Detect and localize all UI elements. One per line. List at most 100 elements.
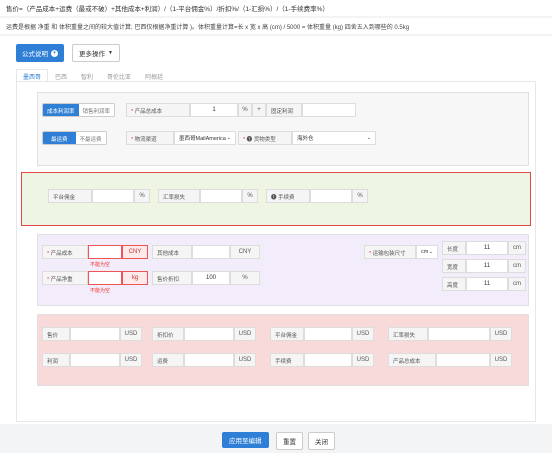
info-icon: ❶ [246, 137, 253, 143]
section-fees: 平台佣金 % 汇率损失 % ❶ 手续费 % [21, 172, 531, 226]
result-profit-label: 利润 [42, 353, 70, 367]
other-cost-input[interactable] [192, 245, 230, 259]
cargo-type-label: * ❶ 货物类型 [238, 131, 292, 145]
cost-error-text: 不能为空 [90, 262, 111, 268]
cargo-type-value: 海外仓 [297, 136, 314, 142]
caret-down-icon: ▼ [108, 50, 113, 56]
usd-unit: USD [120, 327, 142, 341]
product-cost-input[interactable]: 1 [190, 103, 238, 117]
close-button[interactable]: 关闭 [308, 432, 335, 450]
net-weight-label: * 产品净重 [42, 271, 88, 285]
tab-argentina[interactable]: 阿根廷 [138, 69, 170, 81]
length-input[interactable]: 11 [466, 241, 508, 255]
handling-fee-label: ❶ 手续费 [266, 189, 310, 203]
usd-unit: USD [352, 353, 374, 367]
net-weight-input[interactable] [88, 271, 122, 285]
tab-content: 成本利润率 销售利润率 * 产品总成本 1 % + 固定利润 最运费 不最运费 … [16, 82, 536, 422]
channel-value: 墨西哥MailAmerica [179, 136, 226, 142]
exchange-loss-input[interactable] [200, 189, 242, 203]
product-cost-label: * 产品成本 [42, 245, 88, 259]
tab-colombia[interactable]: 哥伦比亚 [100, 69, 138, 81]
result-platform-fee-value [304, 327, 352, 341]
discount-input[interactable]: 100 [192, 271, 230, 285]
width-label: 宽度 [442, 259, 466, 273]
more-actions-button[interactable]: 更多操作 ▼ [72, 44, 120, 62]
result-total-cost-label: 产品总成本 [388, 353, 436, 367]
usd-unit: USD [490, 327, 512, 341]
kg-unit: kg [122, 271, 148, 285]
channel-select[interactable]: 墨西哥MailAmerica ⌄ [174, 131, 236, 145]
product-cost-label: * 产品总成本 [126, 103, 190, 117]
more-actions-label: 更多操作 [79, 51, 105, 58]
plus-sign: + [252, 103, 266, 117]
platform-fee-input[interactable] [92, 189, 134, 203]
fixed-profit-label: 固定利润 [266, 103, 302, 117]
result-total-cost-value [436, 353, 490, 367]
size-unit-select[interactable]: cm ⌄ [416, 245, 438, 259]
cny-unit: CNY [122, 245, 148, 259]
usd-unit: USD [490, 353, 512, 367]
result-platform-fee-label: 平台佣金 [270, 327, 304, 341]
result-price-label: 售价 [42, 327, 70, 341]
exchange-loss-label: 汇率损失 [158, 189, 200, 203]
reset-button[interactable]: 重置 [276, 432, 303, 450]
handling-fee-input[interactable] [310, 189, 352, 203]
info-icon: ❶ [271, 195, 277, 201]
section-results: 售价 USD 折扣价 USD 平台佣金 USD 汇率损失 USD 利润 USD … [37, 314, 529, 386]
usd-unit: USD [234, 327, 256, 341]
apply-button[interactable]: 应用至编辑 [222, 432, 269, 448]
length-unit: cm [508, 241, 526, 255]
cost-margin-option[interactable]: 成本利润率 [43, 104, 79, 116]
main-panel: 公式说明 ▾ 更多操作 ▼ 墨西哥 巴西 智利 哥伦比亚 阿根廷 成本利润率 销… [0, 36, 552, 424]
result-exchange-loss-label: 汇率损失 [388, 327, 428, 341]
tab-brazil[interactable]: 巴西 [48, 69, 74, 81]
discount-unit: % [230, 271, 260, 285]
formula-button-label: 公式说明 [22, 51, 48, 58]
exchange-loss-unit: % [242, 189, 258, 203]
formula-note: 售价=（产品成本+运费（最或不破）+其他成本+利润）/（1-平台佣金%）/折扣%… [0, 0, 552, 16]
platform-fee-unit: % [134, 189, 150, 203]
height-unit: cm [508, 277, 526, 291]
height-label: 高度 [442, 277, 466, 291]
country-tabs: 墨西哥 巴西 智利 哥伦比亚 阿根廷 [16, 69, 536, 82]
percent-unit: % [238, 103, 252, 117]
channel-label: * 物流渠道 [126, 131, 174, 145]
fixed-profit-input[interactable] [302, 103, 356, 117]
result-discount-price-value [184, 327, 234, 341]
section-product-info: * 产品成本 CNY 不能为空 其他成本 CNY * 产品净重 kg 不能为空 … [37, 234, 529, 306]
result-profit-value [70, 353, 120, 367]
section-pricing-settings: 成本利润率 销售利润率 * 产品总成本 1 % + 固定利润 最运费 不最运费 … [37, 92, 529, 166]
size-unit-value: cm [421, 249, 429, 255]
exclude-shipping-option[interactable]: 不最运费 [75, 132, 106, 144]
formula-button[interactable]: 公式说明 ▾ [16, 44, 64, 62]
handling-fee-unit: % [352, 189, 368, 203]
width-unit: cm [508, 259, 526, 273]
result-discount-price-label: 折扣价 [152, 327, 184, 341]
width-input[interactable]: 11 [466, 259, 508, 273]
result-shipping-value [184, 353, 234, 367]
weight-error-text: 不能为空 [90, 288, 111, 294]
usd-unit: USD [234, 353, 256, 367]
chevron-down-icon: ⌄ [428, 249, 433, 255]
tab-mexico[interactable]: 墨西哥 [16, 69, 49, 81]
shipping-mode-toggle: 最运费 不最运费 [42, 131, 107, 145]
height-input[interactable]: 11 [466, 277, 508, 291]
other-cost-label: 其他成本 [152, 245, 192, 259]
cny-unit-other: CNY [230, 245, 260, 259]
chevron-down-icon: ⌄ [366, 135, 371, 141]
length-label: 长度 [442, 241, 466, 255]
info-text: 运费是根据 净重 和 体积重量之间的较大值计算; 巴西仅根据净重计算 )。体积重… [0, 18, 552, 34]
usd-unit: USD [352, 327, 374, 341]
sales-margin-option[interactable]: 销售利润率 [78, 104, 115, 116]
result-handling-fee-label: 手续费 [270, 353, 304, 367]
footer-bar: 应用至编辑 重置 关闭 [0, 424, 552, 453]
package-size-label: * 运输包装尺寸 [364, 245, 416, 259]
chevron-down-icon: ⌄ [226, 135, 231, 141]
result-exchange-loss-value [428, 327, 490, 341]
chevron-down-icon: ▾ [51, 49, 58, 57]
platform-fee-label: 平台佣金 [48, 189, 92, 203]
product-cost-cny-input[interactable] [88, 245, 122, 259]
tab-chile[interactable]: 智利 [74, 69, 100, 81]
include-shipping-option[interactable]: 最运费 [43, 132, 76, 144]
cargo-type-select[interactable]: 海外仓 ⌄ [292, 131, 376, 145]
